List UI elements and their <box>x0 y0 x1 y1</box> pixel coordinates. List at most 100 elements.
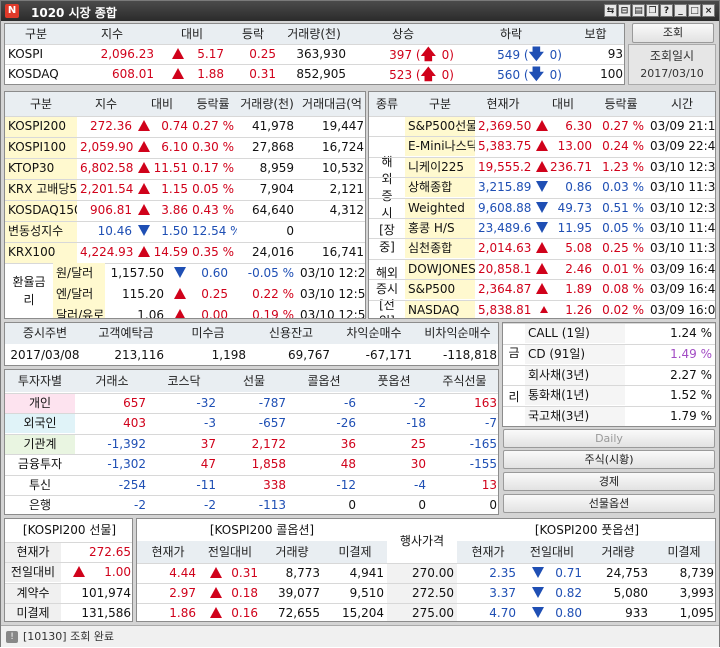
column-header: 하락 <box>457 24 565 44</box>
overseas-index-name[interactable]: 홍콩 H/S <box>405 218 475 238</box>
overseas-index-name[interactable]: E-Mini나스닥 <box>405 136 475 157</box>
investor-net-value: -3 <box>204 416 216 431</box>
decliners: 560 (🡇 0) <box>457 64 565 84</box>
grid-line <box>5 44 624 45</box>
market-funds-table: 증시주변 2017/03/08 고객예탁금 213,116 미수금 1,198 신용잔고 69… <box>4 322 499 366</box>
link-icon[interactable]: ⇆ <box>604 4 617 17</box>
change-value: 1.15 <box>161 182 188 196</box>
index-volume: 7,904 <box>259 182 294 196</box>
grid-line <box>503 385 715 387</box>
investor-name: 금융투자 <box>17 457 63 472</box>
futures-label: 미결제 <box>5 603 61 621</box>
index-amount: 4,312 <box>329 203 364 217</box>
overseas-index-name[interactable]: 니케이225 <box>405 156 475 177</box>
overseas-time: 03/09 21:19 <box>650 119 716 133</box>
index-name[interactable]: KOSPI200 <box>5 116 77 137</box>
grid-line <box>369 177 715 179</box>
query-button[interactable]: 조회 <box>632 23 714 43</box>
column-header: 대비 <box>531 92 595 116</box>
index-name[interactable]: 변동성지수 <box>5 221 77 242</box>
print-icon[interactable]: ▤ <box>632 4 645 17</box>
overseas-index-name[interactable]: Weighted <box>405 197 475 218</box>
fx-name[interactable]: 달러/유로 <box>53 305 105 318</box>
grid-line <box>5 393 498 394</box>
maximize-icon[interactable]: □ <box>688 4 701 17</box>
overseas-rate: 0.05 % <box>602 221 644 235</box>
column-header: 신용잔고 <box>249 323 333 344</box>
up-triangle-icon <box>138 162 150 173</box>
change-value: 0.60 <box>201 266 228 280</box>
index-rate: 0.05 % <box>192 182 234 196</box>
title-bar: N 1020 시장 종합 ⇆ ⊟ ▤ ❐ ? _ □ × <box>1 1 719 21</box>
kospi200-futures-table: [KOSPI200 선물] 현재가 272.65 전일대비 1.00 계약수 101,974… <box>4 518 133 622</box>
change-value: 0.31 <box>231 566 258 580</box>
index-value: 2,201.54 <box>80 182 134 196</box>
minimize-icon[interactable]: _ <box>674 4 687 17</box>
investor-net-value: 163 <box>474 396 497 410</box>
put-price: 2.35 <box>489 566 516 580</box>
index-name[interactable]: KTOP30 <box>5 158 77 179</box>
overseas-index-name[interactable]: NASDAQ <box>405 299 475 318</box>
strike-price: 270.00 <box>387 563 457 583</box>
fund-value: 213,116 <box>114 348 164 362</box>
close-icon[interactable]: × <box>702 4 715 17</box>
index-amount: 2,121 <box>329 182 364 196</box>
grid-line <box>137 603 715 604</box>
overseas-price: 19,555.29 <box>478 159 531 174</box>
call-column-header: 전일대비 <box>199 541 261 563</box>
fx-name[interactable]: 원/달러 <box>53 263 105 284</box>
grid-line <box>5 200 365 201</box>
index-name[interactable]: KRX100 <box>5 242 77 263</box>
window-title: 1020 시장 종합 <box>31 6 117 20</box>
overseas-index-name[interactable]: 상해종합 <box>405 177 475 198</box>
put-price: 4.70 <box>489 606 516 620</box>
overseas-index-name[interactable]: S&P500선물 <box>405 116 475 136</box>
help-icon[interactable]: ? <box>660 4 673 17</box>
index-name[interactable]: KRX 고배당5 <box>5 179 77 200</box>
strike-price: 272.50 <box>387 583 457 603</box>
grid-line <box>5 582 132 584</box>
put-column-header: 미결제 <box>651 541 715 563</box>
fx-rate: 0.19 % <box>252 308 294 319</box>
call-change: 0.31 <box>199 563 261 583</box>
market-index: 608.01 <box>112 67 154 81</box>
intraday-group-label: 해외증시 [장중] <box>369 116 405 263</box>
investor-net-value: -6 <box>344 396 356 410</box>
overseas-index-name[interactable]: 심천종합 <box>405 238 475 259</box>
call-open-interest: 9,510 <box>349 586 384 600</box>
fx-name[interactable]: 엔/달러 <box>53 284 105 305</box>
investor-net-value: -7 <box>485 416 497 431</box>
news-button-1[interactable]: 주식(시황) <box>503 450 715 469</box>
index-name[interactable]: KOSPI100 <box>5 137 77 158</box>
market-name: KOSPI <box>8 47 44 61</box>
change-value: 5.17 <box>197 47 224 61</box>
down-triangle-icon <box>536 181 548 193</box>
change-value: 0.80 <box>555 606 582 620</box>
overseas-time: 03/10 11:44 <box>650 221 716 235</box>
news-button-3[interactable]: 선물옵션 <box>503 494 715 513</box>
overseas-index-name[interactable]: S&P500 <box>405 279 475 300</box>
investor-net-value: -12 <box>336 477 356 492</box>
column-header: 거래량(천) <box>279 24 349 44</box>
investor-net-value: 0 <box>489 498 497 512</box>
column-header: 투자자별 <box>5 370 75 392</box>
market-rate: 0.31 <box>249 67 276 81</box>
up-triangle-icon <box>138 120 150 131</box>
column-header: 지수 <box>67 24 157 44</box>
investor-net-value: 338 <box>263 477 286 492</box>
overseas-rate: 0.24 % <box>602 139 644 154</box>
fund-value: -118,818 <box>443 348 497 362</box>
index-change: 14.59 <box>135 242 189 263</box>
index-name[interactable]: KOSDAQ150 <box>5 200 77 221</box>
copy-icon[interactable]: ❐ <box>646 4 659 17</box>
pin-icon[interactable]: ⊟ <box>618 4 631 17</box>
column-header: 고객예탁금 <box>85 323 167 344</box>
market-summary-table: 구분 지수 대비 등락 거래량(천) 상승 하락 보합 KOSPI 2,096.23 5.17 0.2… <box>4 23 625 85</box>
column-header: 현재가 <box>475 92 531 116</box>
news-button-0[interactable]: Daily <box>503 429 715 448</box>
news-button-2[interactable]: 경제 <box>503 472 715 491</box>
investor-net-value: 47 <box>200 457 216 472</box>
change-value: 0.74 <box>161 119 188 133</box>
overseas-index-name[interactable]: DOWJONES <box>405 258 475 279</box>
decliners-count: 560 ( <box>497 68 529 82</box>
